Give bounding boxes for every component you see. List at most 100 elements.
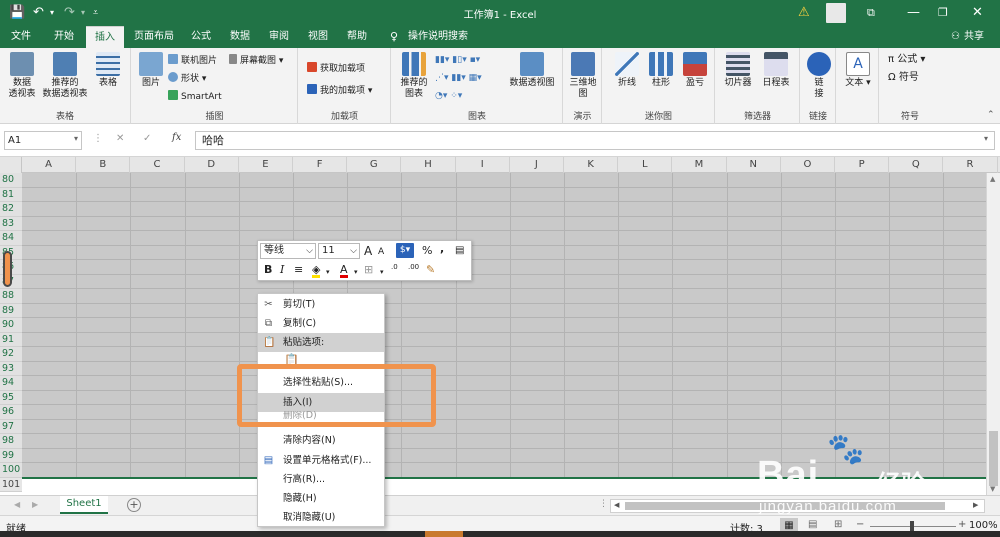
column-header[interactable]: D [185, 157, 239, 173]
column-header[interactable]: L [618, 157, 673, 173]
close-icon[interactable]: ✕ [972, 5, 983, 21]
comma-style-button[interactable]: , [440, 242, 444, 257]
column-header[interactable]: R [943, 157, 998, 173]
table-button[interactable]: 表格 [90, 52, 126, 89]
split-handle-icon[interactable]: ⋮ [599, 499, 608, 509]
menu-item-copy[interactable]: ⧉ 复制(C) [258, 314, 384, 333]
my-addins-button[interactable]: 我的加载项 ▾ [307, 84, 372, 97]
row-header[interactable]: 101 [0, 477, 22, 492]
text-button[interactable]: A 文本 ▾ [843, 52, 873, 89]
slicer-button[interactable]: 切片器 [720, 52, 756, 89]
picture-button[interactable]: 图片 [136, 52, 166, 89]
equation-button[interactable]: π 公式 ▾ [888, 54, 925, 66]
maximize-icon[interactable]: ❐ [938, 5, 948, 21]
menu-item-hide[interactable]: 隐藏(H) [258, 489, 384, 508]
column-header[interactable]: P [835, 157, 890, 173]
formula-input[interactable]: 哈哈 [195, 131, 995, 150]
column-header[interactable]: K [564, 157, 619, 173]
column-header[interactable]: F [293, 157, 348, 173]
tab-home[interactable]: 开始 [48, 26, 80, 48]
tab-insert[interactable]: 插入 [86, 26, 124, 48]
scroll-right-icon[interactable]: ▶ [973, 501, 978, 509]
cancel-icon[interactable]: ✕ [116, 133, 124, 144]
brush-icon[interactable]: ✎ [426, 263, 435, 278]
name-box[interactable]: A1 [4, 131, 82, 150]
restore-icon[interactable]: ⧉ [867, 5, 875, 21]
tab-formulas[interactable]: 公式 [185, 26, 217, 48]
sheet-tab-sheet1[interactable]: Sheet1 [60, 496, 108, 514]
scroll-left-icon[interactable]: ◀ [614, 501, 619, 509]
scroll-up-icon[interactable]: ▲ [990, 175, 995, 183]
minimize-icon[interactable]: — [907, 5, 920, 21]
column-header[interactable]: B [76, 157, 131, 173]
row-header[interactable]: 84 [0, 231, 22, 246]
menu-item-unhide[interactable]: 取消隐藏(U) [258, 508, 384, 527]
increase-decimal-button[interactable]: .0 [391, 263, 398, 278]
row-header[interactable]: 81 [0, 187, 22, 202]
row-header[interactable]: 96 [0, 405, 22, 420]
get-addins-button[interactable]: 获取加载项 [307, 62, 365, 75]
fill-color-dropdown-icon[interactable]: ▾ [326, 265, 330, 280]
recommended-charts-button[interactable]: 推荐的 图表 [396, 52, 432, 100]
row-header[interactable]: 89 [0, 303, 22, 318]
vertical-scrollbar[interactable]: ▲ ▼ [986, 173, 1000, 495]
sparkline-line-button[interactable]: 折线 [611, 52, 643, 89]
page-layout-view-icon[interactable]: ▤ [808, 519, 817, 530]
font-size-select[interactable]: 11 ⌵ [318, 243, 360, 259]
pivot-chart-button[interactable]: 数据透视图 [504, 52, 560, 89]
name-box-dropdown-icon[interactable]: ▾ [74, 134, 78, 143]
column-header[interactable]: O [781, 157, 835, 173]
accounting-format-icon[interactable]: $▾ [396, 243, 414, 258]
decrease-decimal-button[interactable]: .00 [408, 263, 419, 278]
tab-file[interactable]: 文件 [5, 26, 37, 48]
tell-me-search[interactable]: 操作说明搜索 [402, 26, 474, 48]
shrink-font-button[interactable]: A [378, 245, 384, 260]
borders-icon[interactable]: ⊞ [364, 263, 373, 278]
zoom-in-button[interactable]: + [958, 519, 966, 530]
fill-color-icon[interactable]: ◈ [312, 263, 321, 278]
menu-item-format-cells[interactable]: ▤ 设置单元格格式(F)... [258, 451, 384, 470]
tab-help[interactable]: 帮助 [341, 26, 373, 48]
shapes-button[interactable]: 形状 ▾ [168, 72, 206, 85]
zoom-out-button[interactable]: − [856, 519, 864, 530]
tab-data[interactable]: 数据 [224, 26, 256, 48]
column-chart-icon[interactable]: ▮▮▾ ▮▯▾ ▪▾ [435, 54, 480, 66]
collapse-ribbon-icon[interactable]: ⌃ [987, 110, 995, 120]
timeline-button[interactable]: 日程表 [758, 52, 794, 89]
menu-item-cut[interactable]: ✂ 剪切(T) [258, 295, 384, 314]
row-header[interactable]: 83 [0, 216, 22, 231]
fx-icon[interactable]: fx [172, 132, 181, 143]
vertical-scroll-thumb[interactable] [989, 431, 998, 486]
bold-button[interactable]: B [264, 263, 272, 278]
pivot-table-button[interactable]: 数据 透视表 [4, 52, 40, 100]
avatar[interactable] [826, 3, 846, 23]
3d-map-button[interactable]: 三维地 图 [567, 52, 599, 100]
row-header[interactable]: 97 [0, 419, 22, 434]
tab-review[interactable]: 审阅 [263, 26, 295, 48]
scroll-down-icon[interactable]: ▼ [990, 485, 995, 493]
screenshot-button[interactable]: 屏幕截图 ▾ [229, 54, 283, 67]
format-painter-icon[interactable]: ▤ [455, 244, 464, 259]
sparkline-column-button[interactable]: 柱形 [645, 52, 677, 89]
warning-icon[interactable]: ⚠ [798, 5, 810, 21]
sheet-next-icon[interactable]: ▶ [32, 500, 38, 509]
row-header[interactable]: 95 [0, 390, 22, 405]
row-header[interactable]: 88 [0, 289, 22, 304]
menu-item-clear-contents[interactable]: 清除内容(N) [258, 431, 384, 450]
zoom-level[interactable]: 100% [969, 520, 998, 531]
row-header[interactable]: 90 [0, 318, 22, 333]
column-header[interactable]: M [672, 157, 727, 173]
tab-page-layout[interactable]: 页面布局 [128, 26, 180, 48]
column-header[interactable]: C [130, 157, 185, 173]
share-button[interactable]: 共享 [958, 26, 990, 48]
italic-button[interactable]: I [280, 263, 284, 278]
symbol-button[interactable]: Ω 符号 [888, 72, 919, 84]
font-color-dropdown-icon[interactable]: ▾ [354, 265, 358, 280]
enter-icon[interactable]: ✓ [143, 133, 151, 144]
row-header[interactable]: 80 [0, 173, 22, 188]
row-header[interactable]: 98 [0, 434, 22, 449]
row-header[interactable]: 91 [0, 332, 22, 347]
sheet-prev-icon[interactable]: ◀ [14, 500, 20, 509]
row-header[interactable]: 92 [0, 347, 22, 362]
align-center-icon[interactable]: ≡ [294, 263, 303, 278]
